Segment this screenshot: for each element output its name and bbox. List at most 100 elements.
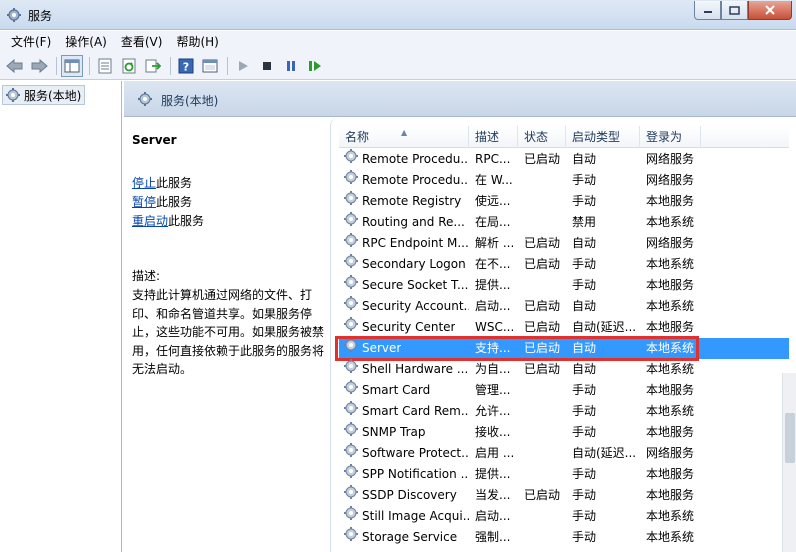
service-gear-icon bbox=[343, 485, 359, 506]
service-description: 管理... bbox=[475, 383, 511, 397]
service-row[interactable]: Secondary Logon 在不... 已启动 手动 本地系统 bbox=[339, 254, 789, 275]
stop-service-action: 停止此服务 bbox=[132, 174, 204, 193]
service-gear-icon bbox=[343, 149, 359, 170]
service-log-on-as: 本地服务 bbox=[646, 383, 695, 397]
service-row[interactable]: Secure Socket T... 提供... 手动 本地服务 bbox=[339, 275, 789, 296]
service-row[interactable]: Security Center WSC... 已启动 自动(延迟... 本地服务 bbox=[339, 317, 789, 338]
column-header-label: 名称 bbox=[345, 130, 370, 144]
service-row[interactable]: Still Image Acqui... 启动... 手动 本地系统 bbox=[339, 506, 789, 527]
help-button[interactable]: ? bbox=[175, 55, 197, 77]
action-suffix: 此服务 bbox=[168, 214, 205, 228]
forward-button[interactable] bbox=[28, 55, 50, 77]
minimize-button[interactable] bbox=[694, 1, 721, 20]
properties-button[interactable] bbox=[94, 55, 116, 77]
column-header-name[interactable]: ▲ 名称 bbox=[339, 126, 469, 148]
service-startup-type: 自动 bbox=[572, 236, 597, 250]
service-log-on-as: 网络服务 bbox=[646, 173, 695, 187]
column-header-startup-type[interactable]: 启动类型 bbox=[566, 126, 640, 148]
toolbar-separator bbox=[170, 57, 171, 75]
description-label: 描述: bbox=[132, 269, 161, 283]
service-row[interactable]: Routing and Re... 在局... 禁用 本地系统 bbox=[339, 212, 789, 233]
service-gear-icon bbox=[343, 506, 359, 527]
service-gear-icon bbox=[343, 422, 359, 443]
stop-service-link[interactable]: 停止 bbox=[132, 176, 156, 190]
service-row[interactable]: Smart Card Rem... 允许... 手动 本地系统 bbox=[339, 401, 789, 422]
services-app-icon bbox=[7, 8, 21, 22]
toolbar-separator bbox=[56, 57, 57, 75]
back-button[interactable] bbox=[4, 55, 26, 77]
service-description-panel: Server 停止此服务 暂停此服务 重启动此服务 描述: 支持此计算机通过网络… bbox=[124, 118, 330, 552]
service-description: 启用 ... bbox=[475, 446, 515, 460]
details-area: 服务(本地) Server 停止此服务 暂停此服务 重启动此服务 描述: 支持此… bbox=[124, 81, 796, 552]
service-startup-type: 自动(延迟... bbox=[572, 446, 637, 460]
service-status bbox=[518, 380, 566, 401]
tree-item-services-local[interactable]: 服务(本地) bbox=[2, 85, 86, 105]
restart-service-link[interactable]: 重启动 bbox=[132, 214, 168, 228]
service-startup-type: 自动 bbox=[572, 299, 597, 313]
start-service-button[interactable] bbox=[232, 55, 254, 77]
menu-help[interactable]: 帮助(H) bbox=[169, 31, 225, 53]
service-row[interactable]: Shell Hardware ... 为自... 已启动 自动 本地系统 bbox=[339, 359, 789, 380]
service-row[interactable]: SNMP Trap 接收... 手动 本地服务 bbox=[339, 422, 789, 443]
service-log-on-as: 本地服务 bbox=[646, 194, 695, 208]
restart-service-button[interactable] bbox=[304, 55, 326, 77]
column-header-status[interactable]: 状态 bbox=[518, 126, 566, 148]
show-hide-console-tree-button[interactable] bbox=[61, 55, 83, 77]
restart-icon bbox=[309, 61, 321, 71]
service-row[interactable]: Remote Procedu... 在 W... 手动 网络服务 bbox=[339, 170, 789, 191]
menu-view[interactable]: 查看(V) bbox=[114, 31, 170, 53]
pause-icon bbox=[287, 61, 295, 71]
service-gear-icon bbox=[343, 233, 359, 254]
service-row[interactable]: SPP Notification ... 提供... 手动 本地服务 bbox=[339, 464, 789, 485]
menu-file[interactable]: 文件(F) bbox=[4, 31, 58, 53]
refresh-button[interactable] bbox=[118, 55, 140, 77]
service-startup-type: 手动 bbox=[572, 488, 597, 502]
column-header-description[interactable]: 描述 bbox=[469, 126, 518, 148]
column-header-label: 启动类型 bbox=[572, 130, 621, 144]
view-button[interactable] bbox=[199, 55, 221, 77]
service-row[interactable]: Storage Service 强制... 手动 本地系统 bbox=[339, 527, 789, 548]
service-startup-type: 手动 bbox=[572, 278, 597, 292]
back-arrow-icon bbox=[6, 59, 23, 73]
service-status bbox=[518, 212, 566, 233]
service-log-on-as: 本地系统 bbox=[646, 509, 695, 523]
service-row[interactable]: Security Account... 启动... 已启动 自动 本地系统 bbox=[339, 296, 789, 317]
description-text: 支持此计算机通过网络的文件、打印、和命名管道共享。如果服务停止，这些功能不可用。… bbox=[132, 288, 325, 376]
service-status: 已启动 bbox=[524, 362, 561, 376]
maximize-icon bbox=[729, 5, 740, 15]
service-row[interactable]: Remote Registry 使远... 手动 本地服务 bbox=[339, 191, 789, 212]
export-list-button[interactable] bbox=[142, 55, 164, 77]
service-description: 在 W... bbox=[475, 173, 513, 187]
menu-action[interactable]: 操作(A) bbox=[58, 31, 114, 53]
service-gear-icon bbox=[343, 275, 359, 296]
service-name-cell: Remote Registry bbox=[339, 191, 469, 212]
pause-service-link[interactable]: 暂停 bbox=[132, 195, 156, 209]
service-status bbox=[518, 191, 566, 212]
service-row[interactable]: Server 支持... 已启动 自动 本地系统 bbox=[335, 336, 789, 361]
service-name: Remote Procedu... bbox=[362, 152, 469, 166]
service-row[interactable]: Software Protect... 启用 ... 自动(延迟... 网络服务 bbox=[339, 443, 789, 464]
service-row[interactable]: Remote Procedu... RPC... 已启动 自动 网络服务 bbox=[339, 149, 789, 170]
column-header-label: 描述 bbox=[475, 130, 500, 144]
service-row[interactable]: RPC Endpoint M... 解析 ... 已启动 自动 网络服务 bbox=[339, 233, 789, 254]
service-status bbox=[518, 170, 566, 191]
service-name: SNMP Trap bbox=[362, 425, 426, 439]
service-status bbox=[518, 401, 566, 422]
vertical-scrollbar[interactable] bbox=[782, 373, 796, 552]
view-pane-icon bbox=[202, 59, 218, 73]
service-startup-type: 自动 bbox=[572, 362, 597, 376]
column-header-log-on-as[interactable]: 登录为 bbox=[640, 126, 701, 148]
service-name-cell: SNMP Trap bbox=[339, 422, 469, 443]
service-row[interactable]: Smart Card 管理... 手动 本地服务 bbox=[339, 380, 789, 401]
service-log-on-as: 网络服务 bbox=[646, 152, 695, 166]
close-button[interactable] bbox=[748, 1, 792, 20]
service-row[interactable]: SSDP Discovery 当发... 已启动 手动 本地服务 bbox=[339, 485, 789, 506]
service-status bbox=[518, 506, 566, 527]
scrollbar-thumb[interactable] bbox=[785, 413, 795, 463]
service-description: 启动... bbox=[475, 299, 511, 313]
stop-service-button[interactable] bbox=[256, 55, 278, 77]
service-name-cell: Storage Service bbox=[339, 527, 469, 548]
service-status: 已启动 bbox=[524, 320, 561, 334]
pause-service-button[interactable] bbox=[280, 55, 302, 77]
maximize-button[interactable] bbox=[721, 1, 748, 20]
